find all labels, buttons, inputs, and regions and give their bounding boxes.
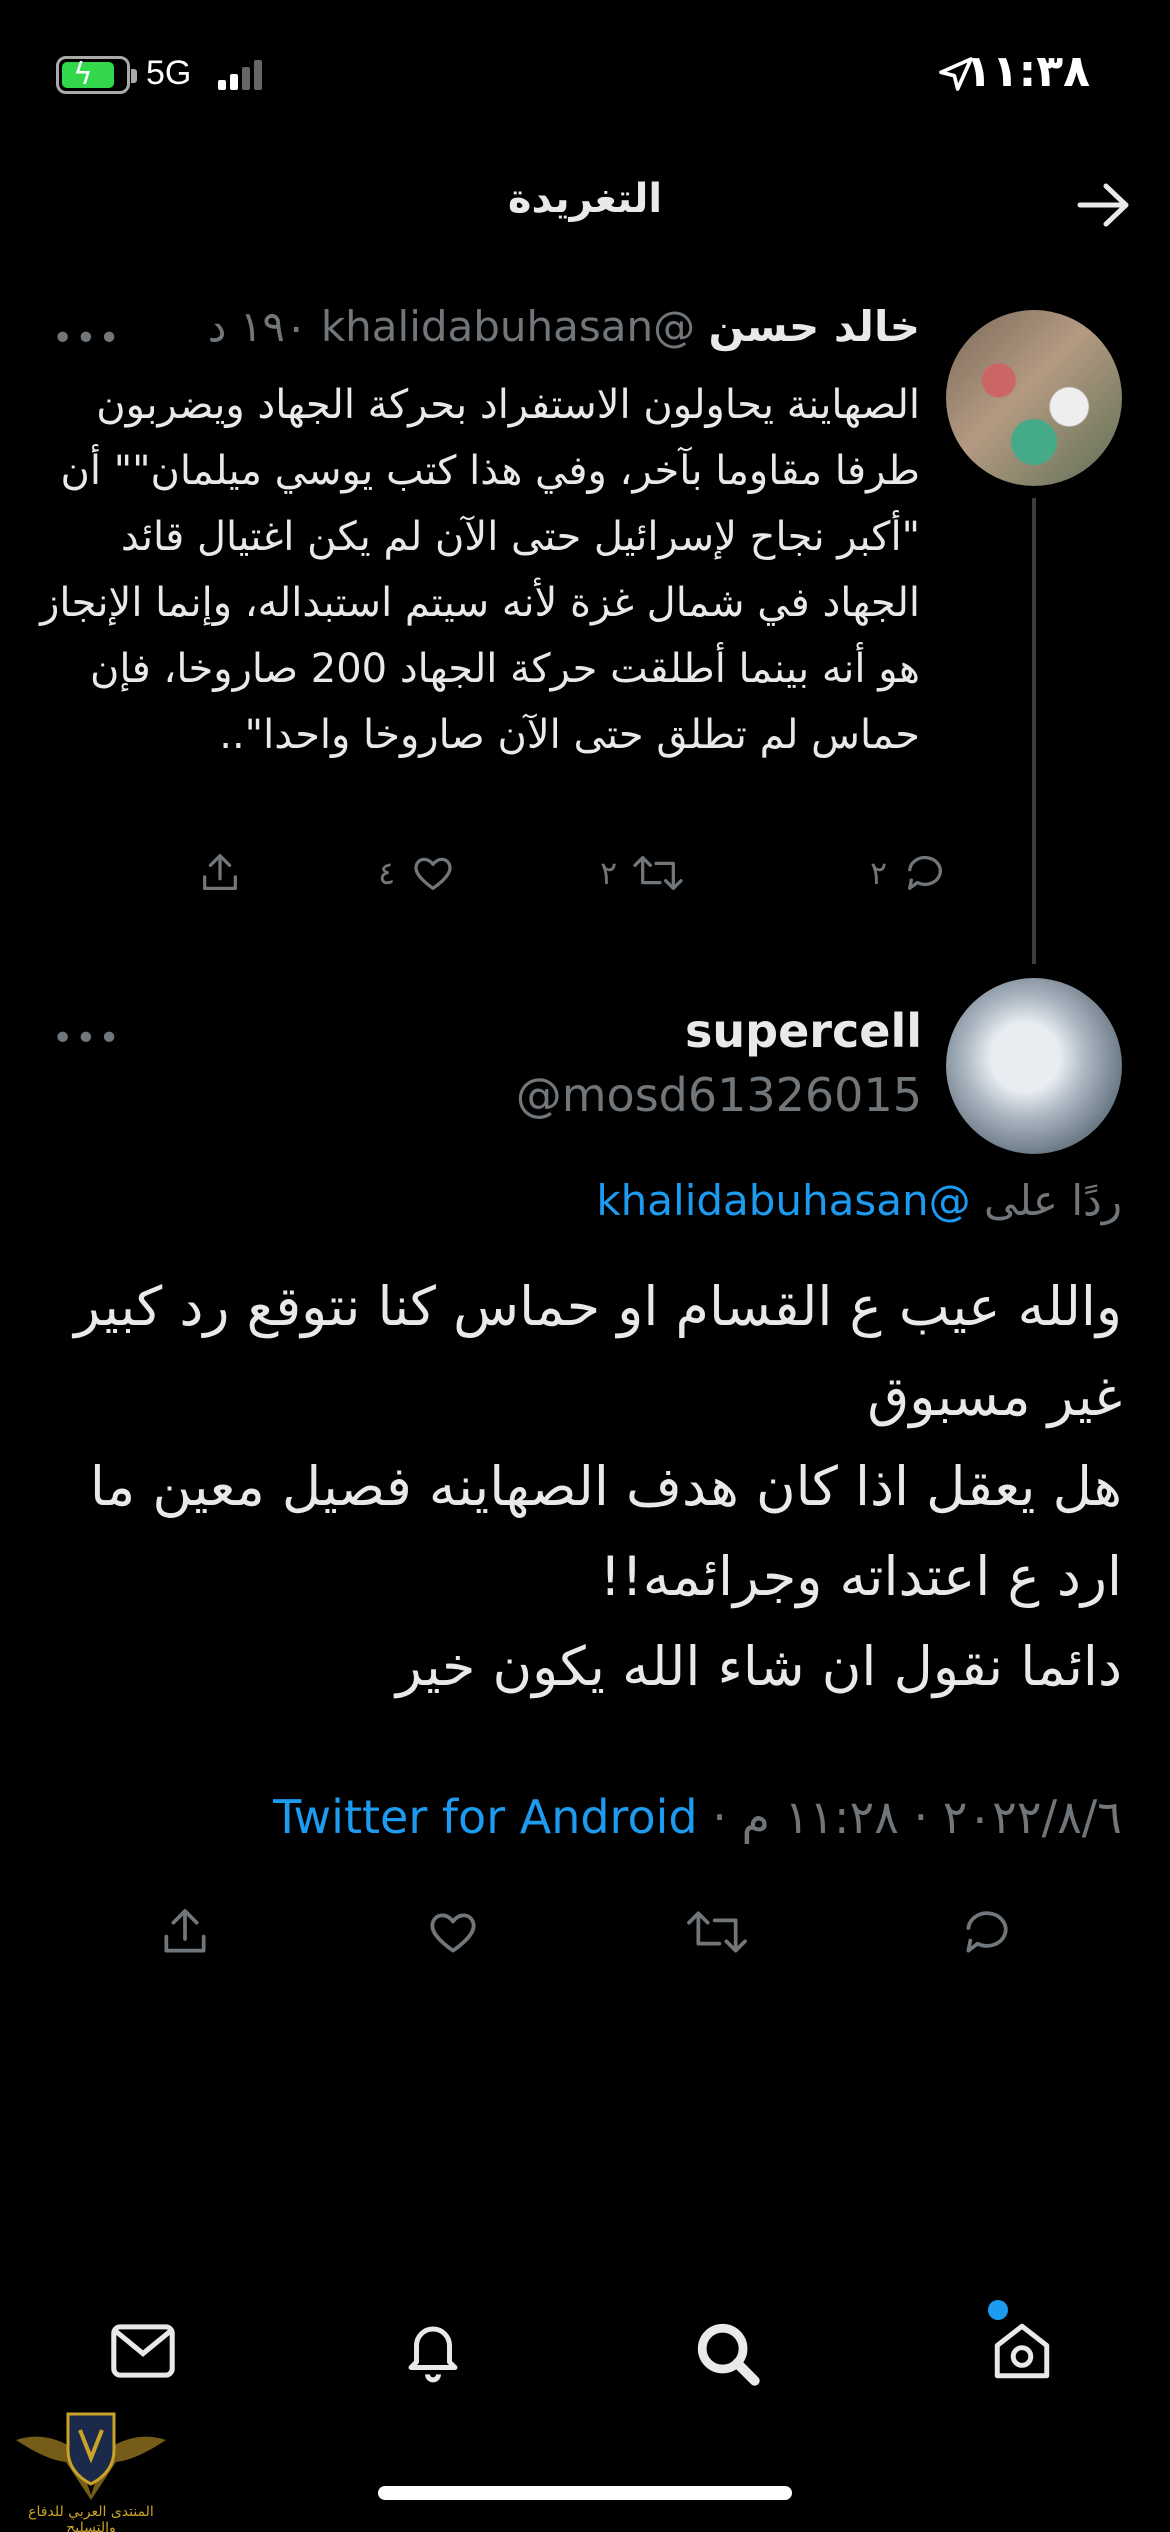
page-title: التغريدة <box>507 176 663 222</box>
author-handle[interactable]: @mosd61326015 <box>516 1068 922 1122</box>
like-count: ٤ <box>378 854 396 892</box>
reply-icon <box>908 855 943 890</box>
avatar[interactable] <box>946 978 1122 1154</box>
more-icon[interactable]: ••• <box>52 1018 122 1059</box>
home-indicator <box>378 2486 792 2500</box>
battery-icon: ϟ <box>56 56 137 94</box>
retweet-button[interactable]: ٢ <box>600 850 685 896</box>
reply-button[interactable]: ٢ <box>870 850 949 896</box>
network-label: 5G <box>146 54 192 92</box>
home-icon[interactable] <box>988 2318 1056 2384</box>
notifications-icon[interactable] <box>400 2318 466 2384</box>
like-button[interactable] <box>424 1904 482 1960</box>
messages-icon[interactable] <box>110 2322 176 2380</box>
thread-connector <box>1032 498 1036 964</box>
retweet-button[interactable] <box>684 1904 750 1960</box>
reply-button[interactable] <box>958 1904 1016 1960</box>
author-name[interactable]: supercell <box>685 1004 922 1058</box>
more-icon[interactable]: ••• <box>52 318 122 359</box>
like-icon <box>414 857 452 890</box>
tweet-text: الصهاينة يحاولون الاستفراد بحركة الجهاد … <box>40 382 920 758</box>
tweet-text: والله عيب ع القسام او حماس كنا نتوقع رد … <box>74 1275 1122 1698</box>
status-bar: ϟ 5G ١١:٣٨ <box>0 0 1170 150</box>
search-icon[interactable] <box>692 2318 762 2388</box>
replying-to: ردًا على @khalidabuhasan <box>596 1176 1122 1225</box>
avatar[interactable] <box>946 310 1122 486</box>
status-time: ١١:٣٨ <box>964 46 1090 97</box>
forum-watermark: المنتدى العربي للدفاع والتسليح <box>6 2400 176 2532</box>
tweet-timestamp: ٢٠٢٢/٨/٦ · ١١:٢٨ م · <box>697 1790 1122 1844</box>
tweet-age: ١٩٠ د <box>207 302 308 351</box>
share-button[interactable] <box>196 850 244 896</box>
tweet-meta: ٢٠٢٢/٨/٦ · ١١:٢٨ م · Twitter for Android <box>273 1790 1122 1844</box>
signal-icon <box>218 60 262 90</box>
share-icon <box>203 854 237 890</box>
tweet-source-link[interactable]: Twitter for Android <box>273 1790 698 1844</box>
back-arrow-icon[interactable] <box>1074 180 1134 230</box>
tweet-header: خالد حسن @khalidabuhasan ١٩٠ د <box>208 302 920 351</box>
retweet-count: ٢ <box>600 854 618 892</box>
like-button[interactable]: ٤ <box>378 850 457 896</box>
shield-logo-icon <box>16 2412 166 2500</box>
replying-to-label: ردًا على <box>984 1176 1122 1225</box>
notification-dot <box>988 2300 1008 2320</box>
author-name[interactable]: خالد حسن <box>709 302 921 351</box>
reply-count: ٢ <box>870 854 888 892</box>
replying-to-link[interactable]: @khalidabuhasan <box>596 1176 970 1225</box>
share-button[interactable] <box>156 1904 214 1960</box>
retweet-icon <box>633 856 683 890</box>
watermark-text: المنتدى العربي للدفاع والتسليح <box>28 2504 154 2532</box>
author-handle[interactable]: @khalidabuhasan <box>321 302 695 351</box>
